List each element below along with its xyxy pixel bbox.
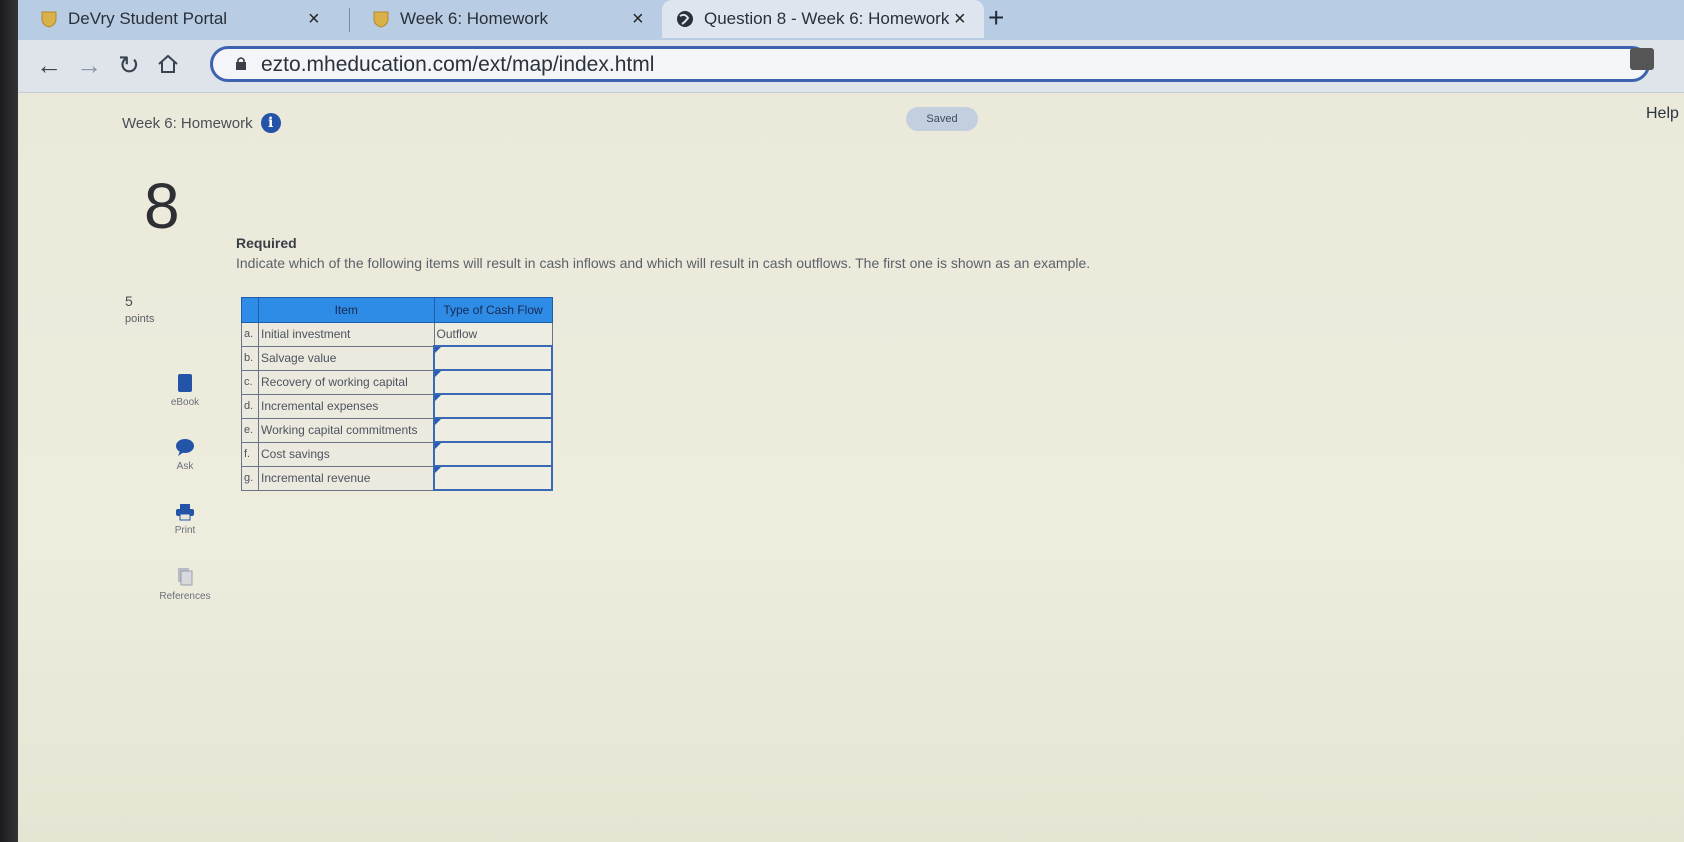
ask-button[interactable]: Ask: [140, 437, 230, 472]
url-text[interactable]: ezto.mheducation.com/ext/map/index.html: [261, 53, 654, 77]
printer-icon: [176, 504, 194, 521]
instructions-text: Indicate which of the following items wi…: [236, 255, 1091, 271]
tab-question8[interactable]: Question 8 - Week 6: Homework ×: [662, 0, 984, 38]
saved-status-badge: Saved: [906, 107, 978, 131]
tab-close-icon[interactable]: ×: [954, 8, 966, 31]
home-icon[interactable]: [156, 52, 180, 76]
tab-close-icon[interactable]: ×: [308, 8, 320, 31]
question-instructions: Indicate which of the following items wi…: [236, 239, 1136, 272]
print-button[interactable]: Print: [140, 503, 230, 536]
cash-flow-value: Outflow: [433, 322, 553, 347]
shield-favicon-icon: [41, 11, 57, 28]
cash-flow-dropdown[interactable]: [433, 441, 553, 467]
chat-bubble-icon: [176, 439, 194, 456]
tab-title: Week 6: Homework: [400, 9, 549, 28]
table-corner-cell: [241, 297, 259, 323]
extension-icon[interactable]: [1630, 48, 1654, 70]
item-column-header: Item: [258, 297, 435, 323]
row-item: Cost savings: [258, 441, 435, 467]
row-item: Incremental expenses: [258, 393, 435, 419]
cash-flow-dropdown[interactable]: [433, 345, 553, 371]
tab-title: Question 8 - Week 6: Homework: [704, 9, 950, 28]
row-letter: c.: [241, 369, 259, 395]
info-icon[interactable]: i: [260, 113, 281, 133]
tab-title: DeVry Student Portal: [68, 9, 228, 28]
row-item: Salvage value: [258, 345, 435, 371]
row-letter: f.: [241, 441, 259, 467]
tab-strip: DeVry Student Portal × Week 6: Homework …: [18, 0, 1684, 40]
row-item: Recovery of working capital: [258, 369, 435, 395]
page-content: Week 6: Homework i Saved Help 8 5 points…: [18, 93, 1684, 842]
book-icon: [178, 374, 192, 392]
lock-icon: [236, 57, 246, 70]
assignment-header: Week 6: Homework i: [122, 113, 281, 133]
cash-flow-dropdown[interactable]: [433, 465, 553, 491]
row-letter: d.: [241, 393, 259, 419]
table-row: f. Cost savings: [241, 441, 553, 467]
globe-favicon-icon: [677, 11, 693, 27]
browser-toolbar: ← → ↻ ezto.mheducation.com/ext/map/index…: [18, 40, 1684, 93]
tab-devry-portal[interactable]: DeVry Student Portal ×: [18, 0, 348, 38]
table-row: g. Incremental revenue: [241, 465, 553, 491]
help-link[interactable]: Help: [1646, 105, 1679, 123]
table-row: e. Working capital commitments: [241, 417, 553, 443]
question-number: 8: [144, 170, 180, 242]
ask-label: Ask: [176, 461, 194, 472]
documents-icon: [178, 568, 193, 586]
cash-flow-dropdown[interactable]: [433, 417, 553, 443]
print-label: Print: [174, 525, 196, 536]
tab-close-icon[interactable]: ×: [632, 8, 644, 31]
ebook-label: eBook: [170, 397, 200, 408]
cash-flow-dropdown[interactable]: [433, 393, 553, 419]
row-letter: g.: [241, 465, 259, 491]
back-arrow-icon[interactable]: ←: [36, 50, 62, 81]
browser-window: DeVry Student Portal × Week 6: Homework …: [18, 0, 1684, 842]
dropdown-marker-icon: [435, 395, 441, 401]
assignment-title: Week 6: Homework: [122, 114, 253, 132]
cash-flow-dropdown[interactable]: [433, 369, 553, 395]
row-item: Initial investment: [258, 322, 435, 347]
type-column-header: Type of Cash Flow: [433, 297, 553, 323]
ebook-button[interactable]: eBook: [140, 373, 230, 408]
table-row: b. Salvage value: [241, 345, 553, 371]
cash-flow-table: Item Type of Cash Flow a. Initial invest…: [241, 297, 553, 491]
reload-icon[interactable]: ↻: [118, 50, 140, 81]
tab-week6-homework[interactable]: Week 6: Homework ×: [350, 0, 660, 38]
new-tab-icon[interactable]: +: [988, 2, 1004, 34]
row-letter: e.: [241, 417, 259, 443]
table-row: c. Recovery of working capital: [241, 369, 553, 395]
forward-arrow-icon[interactable]: →: [76, 50, 102, 81]
table-header-row: Item Type of Cash Flow: [241, 297, 553, 323]
references-button[interactable]: References: [140, 567, 230, 602]
row-letter: a.: [241, 322, 259, 347]
dropdown-marker-icon: [435, 443, 441, 449]
address-bar[interactable]: ezto.mheducation.com/ext/map/index.html: [210, 46, 1650, 82]
points-value: 5: [125, 293, 133, 309]
row-item: Incremental revenue: [258, 465, 435, 491]
row-letter: b.: [241, 345, 259, 371]
dropdown-marker-icon: [435, 419, 441, 425]
table-row: a. Initial investment Outflow: [241, 322, 553, 347]
references-label: References: [159, 591, 211, 602]
dropdown-marker-icon: [435, 347, 441, 353]
shield-favicon-icon: [373, 11, 389, 28]
row-item: Working capital commitments: [258, 417, 435, 443]
dropdown-marker-icon: [435, 467, 441, 473]
table-row: d. Incremental expenses: [241, 393, 553, 419]
points-label: points: [125, 313, 155, 325]
dropdown-marker-icon: [435, 371, 441, 377]
